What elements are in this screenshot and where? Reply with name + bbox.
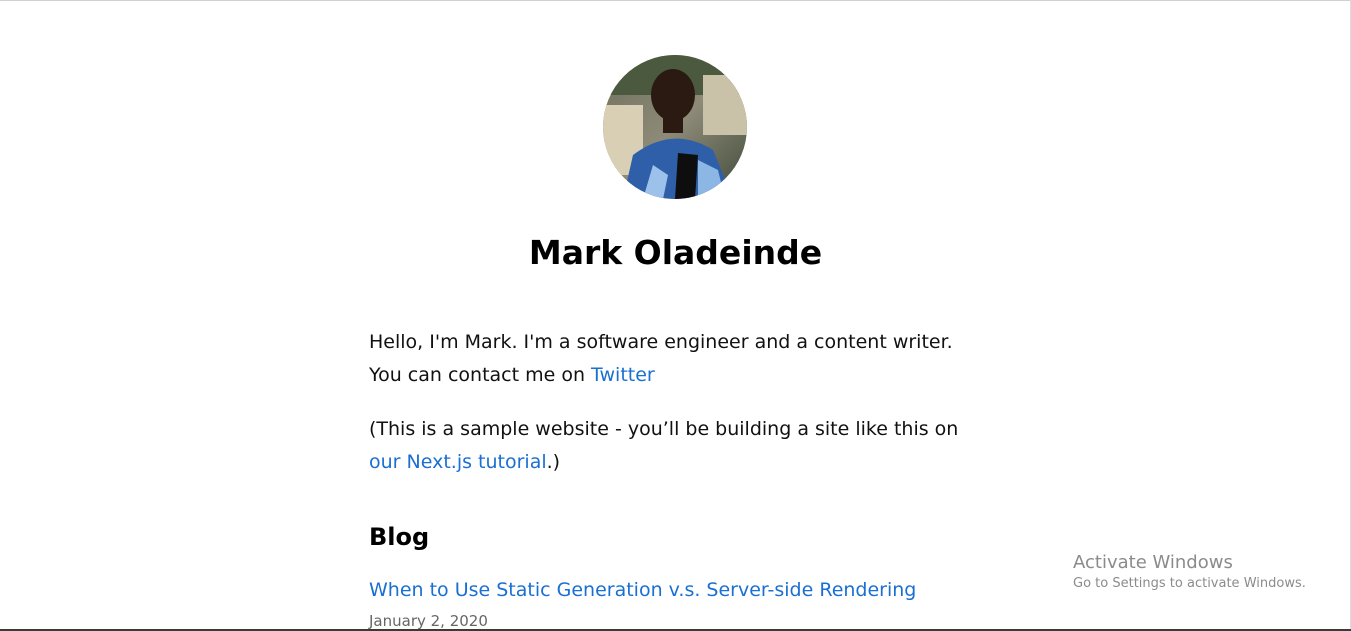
avatar <box>603 55 747 199</box>
intro-section: Hello, I'm Mark. I'm a software engineer… <box>369 326 969 500</box>
sample-note-text: (This is a sample website - you’ll be bu… <box>369 418 959 440</box>
nextjs-tutorial-link[interactable]: our Next.js tutorial <box>369 451 547 473</box>
list-item: When to Use Static Generation v.s. Serve… <box>369 574 969 631</box>
intro-text: Hello, I'm Mark. I'm a software engineer… <box>369 331 953 386</box>
profile-photo-icon <box>603 55 747 199</box>
watermark-title: Activate Windows <box>1073 552 1233 573</box>
activate-windows-watermark: Activate Windows Go to Settings to activ… <box>1073 551 1306 593</box>
twitter-link[interactable]: Twitter <box>591 364 655 386</box>
window-top-border <box>0 0 1351 1</box>
blog-post-link[interactable]: When to Use Static Generation v.s. Serve… <box>369 574 969 607</box>
watermark-subtitle: Go to Settings to activate Windows. <box>1073 576 1306 591</box>
page-title: Mark Oladeinde <box>528 233 823 272</box>
blog-post-date: January 2, 2020 <box>369 612 488 630</box>
intro-paragraph: Hello, I'm Mark. I'm a software engineer… <box>369 326 969 392</box>
blog-list: When to Use Static Generation v.s. Serve… <box>369 574 969 631</box>
sample-note-suffix: .) <box>546 451 561 473</box>
blog-heading: Blog <box>369 523 430 551</box>
sample-note-paragraph: (This is a sample website - you’ll be bu… <box>369 413 969 479</box>
